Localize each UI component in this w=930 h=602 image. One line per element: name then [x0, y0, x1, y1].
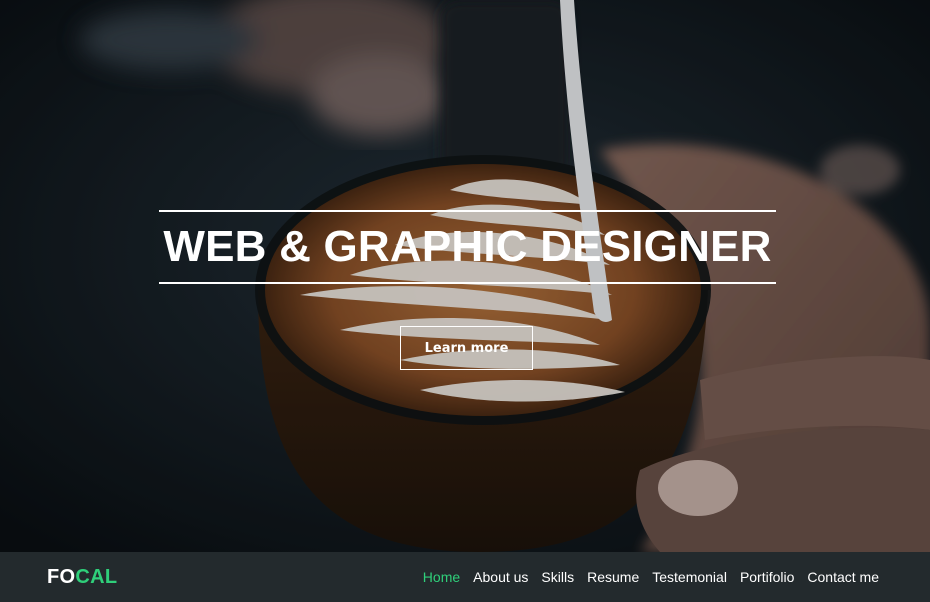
brand-logo-part1: FO	[47, 565, 76, 588]
nav-item-portifolio[interactable]: Portifolio	[740, 569, 794, 585]
hero-headline: WEB & GRAPHIC DESIGNER	[163, 222, 772, 271]
nav-item-about-us[interactable]: About us	[473, 569, 528, 585]
nav-item-testemonial[interactable]: Testemonial	[652, 569, 727, 585]
hero-section: WEB & GRAPHIC DESIGNER Learn more	[0, 0, 930, 552]
headline-frame: WEB & GRAPHIC DESIGNER	[159, 210, 776, 284]
nav-menu: Home About us Skills Resume Testemonial …	[410, 552, 879, 602]
learn-more-button[interactable]: Learn more	[400, 326, 533, 370]
nav-item-home[interactable]: Home	[423, 569, 460, 585]
nav-item-skills[interactable]: Skills	[541, 569, 574, 585]
nav-item-resume[interactable]: Resume	[587, 569, 639, 585]
brand-logo-part2: CAL	[75, 565, 118, 588]
nav-item-contact-me[interactable]: Contact me	[807, 569, 879, 585]
bottom-navbar: FO CAL Home About us Skills Resume Testem…	[0, 552, 930, 602]
brand-logo[interactable]: FO CAL	[47, 552, 117, 602]
